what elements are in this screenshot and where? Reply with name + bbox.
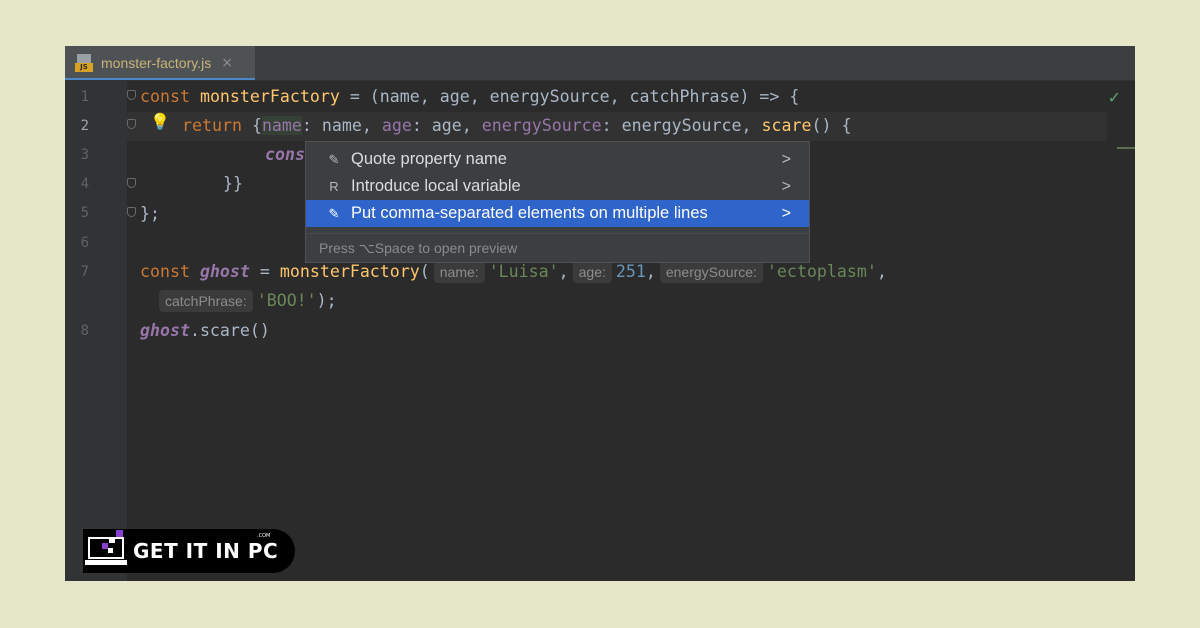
fold-marker-icon[interactable]	[127, 90, 136, 100]
line-number: 8	[80, 323, 89, 339]
code-line-7[interactable]: const ghost = monsterFactory(name: 'Luisa…	[140, 261, 887, 283]
code-line-4[interactable]: }}	[223, 173, 243, 195]
menu-item-put-on-multiple-lines[interactable]: ✎ Put comma-separated elements on multip…	[306, 200, 809, 227]
inspection-ok-icon[interactable]: ✓	[1108, 88, 1121, 107]
line-number: 7	[80, 264, 89, 280]
code-editor[interactable]: JS monster-factory.js × 1 2 3 4 5 6 7 8 …	[65, 46, 1135, 581]
intention-actions-popup: ✎ Quote property name > R Introduce loca…	[305, 141, 810, 263]
code-line-3[interactable]: cons	[265, 144, 305, 166]
error-stripe-mark[interactable]	[1117, 147, 1135, 149]
code-line-5[interactable]: };	[140, 203, 160, 225]
fold-marker-icon[interactable]	[127, 119, 136, 129]
refactor-icon: R	[329, 179, 339, 194]
close-icon[interactable]: ×	[221, 55, 233, 71]
editor-tab-bar: JS monster-factory.js ×	[65, 46, 1135, 81]
tab-monster-factory[interactable]: JS monster-factory.js ×	[65, 46, 255, 80]
logo-text: GET IT IN PC	[133, 539, 279, 563]
param-hint: name:	[433, 261, 485, 283]
intention-icon: ✎	[328, 205, 340, 221]
chevron-right-icon: >	[781, 150, 791, 168]
tab-label: monster-factory.js	[101, 55, 212, 71]
laptop-icon	[83, 529, 127, 573]
line-number-gutter[interactable]: 1 2 3 4 5 6 7 8	[65, 81, 127, 581]
param-hint: energySource:	[659, 261, 763, 283]
logo-suffix: .COM	[257, 533, 271, 539]
fold-marker-icon[interactable]	[127, 207, 136, 217]
line-number: 4	[80, 176, 89, 192]
code-line-7-wrap[interactable]: catchPhrase: 'BOO!');	[155, 290, 337, 312]
watermark-logo: GET IT IN PC .COM	[83, 529, 295, 573]
chevron-right-icon: >	[781, 204, 791, 222]
lightbulb-icon[interactable]: 💡	[150, 112, 170, 131]
menu-item-label: Introduce local variable	[351, 177, 521, 195]
intention-icon: ✎	[328, 151, 340, 167]
code-line-2[interactable]: return {name: name, age: age, energySour…	[182, 115, 851, 137]
fold-marker-icon[interactable]	[127, 178, 136, 188]
chevron-right-icon: >	[781, 177, 791, 195]
menu-item-quote-property-name[interactable]: ✎ Quote property name >	[306, 146, 809, 173]
js-file-icon: JS	[75, 54, 93, 72]
line-number: 3	[80, 147, 89, 163]
line-number: 5	[80, 205, 89, 221]
line-number: 1	[80, 89, 89, 105]
code-line-8[interactable]: ghost.scare()	[140, 320, 270, 342]
menu-item-introduce-local-variable[interactable]: R Introduce local variable >	[306, 173, 809, 200]
line-number: 6	[80, 235, 89, 251]
popup-hint: Press ⌥Space to open preview	[306, 233, 809, 263]
menu-item-label: Put comma-separated elements on multiple…	[351, 204, 708, 222]
code-line-1[interactable]: const monsterFactory = (name, age, energ…	[140, 86, 799, 108]
line-number: 2	[80, 118, 89, 134]
param-hint: catchPhrase:	[159, 290, 253, 312]
param-hint: age:	[572, 261, 612, 283]
menu-item-label: Quote property name	[351, 150, 507, 168]
